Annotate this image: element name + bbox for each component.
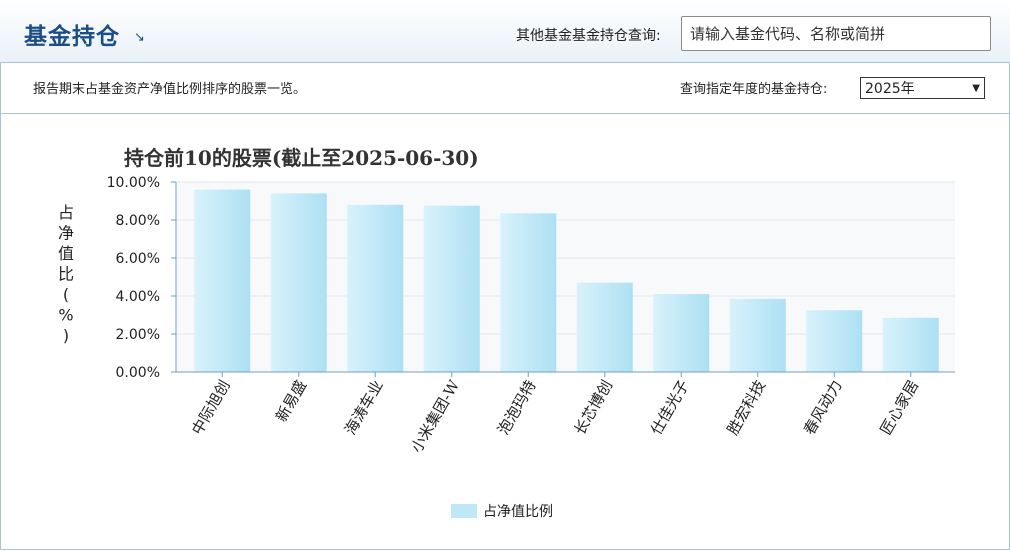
bar-1[interactable]	[194, 189, 251, 372]
y-axis-label-char: 比	[58, 265, 74, 284]
y-tick-label: 6.00%	[116, 251, 160, 267]
y-tick-label: 10.00%	[107, 175, 160, 191]
chevron-down-icon: ▼	[972, 82, 980, 94]
chart-legend: 占净值比例	[451, 504, 553, 520]
y-axis-label-char: 占	[58, 203, 74, 222]
x-tick-label: 长芯博创	[571, 377, 617, 438]
y-axis-label-char: 净	[58, 224, 74, 243]
legend-label: 占净值比例	[483, 504, 553, 520]
chart-title: 持仓前10的股票(截止至2025-06-30)	[124, 146, 479, 170]
sub-toolbar: 报告期末占基金资产净值比例排序的股票一览。 查询指定年度的基金持仓: 2025年…	[0, 63, 1010, 114]
bar-3[interactable]	[347, 204, 404, 372]
y-axis-label-char: 值	[58, 244, 74, 263]
x-tick-label: 春风动力	[800, 377, 846, 438]
x-tick-label: 匠心家居	[877, 377, 923, 438]
bar-8[interactable]	[729, 298, 786, 372]
x-tick-label: 泡泡玛特	[494, 377, 540, 438]
year-select[interactable]: 2025年 ▼	[860, 77, 985, 99]
y-axis-label-char: %	[58, 306, 73, 325]
x-tick-label: 仕佳光子	[647, 377, 693, 438]
fund-query-label: 其他基金基金持仓查询:	[516, 28, 661, 44]
x-tick-label: 胜宏科技	[724, 377, 770, 438]
x-tick-label: 中际旭创	[188, 377, 234, 438]
x-tick-label: 海涛车业	[341, 377, 387, 438]
holdings-description: 报告期末占基金资产净值比例排序的股票一览。	[33, 82, 307, 97]
bar-9[interactable]	[806, 310, 863, 372]
bar-2[interactable]	[270, 193, 327, 372]
year-select-label: 查询指定年度的基金持仓:	[680, 82, 828, 97]
page-title: 基金持仓	[24, 24, 120, 50]
bar-5[interactable]	[500, 213, 557, 372]
y-tick-label: 2.00%	[116, 327, 160, 343]
bar-7[interactable]	[653, 294, 710, 372]
y-axis-label-char: )	[63, 326, 69, 345]
legend-swatch	[451, 504, 477, 518]
fund-search-input[interactable]	[681, 16, 991, 51]
x-tick-label: 新易盛	[272, 377, 310, 425]
holdings-chart: 持仓前10的股票(截止至2025-06-30) 占净值比(%) 0.00% 2.0…	[58, 146, 955, 520]
y-axis-label-char: (	[63, 285, 69, 304]
y-tick-label: 4.00%	[116, 289, 160, 305]
bar-6[interactable]	[576, 282, 633, 372]
bar-4[interactable]	[423, 205, 480, 372]
y-axis-label: 占净值比(%)	[58, 203, 74, 345]
y-tick-label: 8.00%	[116, 213, 160, 229]
year-select-value: 2025年	[865, 81, 915, 97]
bar-10[interactable]	[882, 317, 939, 372]
y-tick-label: 0.00%	[116, 365, 160, 381]
external-link-arrow-icon[interactable]: ↘	[134, 30, 145, 45]
x-tick-label: 小米集团-W	[407, 377, 463, 456]
panel-header: 基金持仓 ↘ 其他基金基金持仓查询:	[0, 0, 1010, 63]
